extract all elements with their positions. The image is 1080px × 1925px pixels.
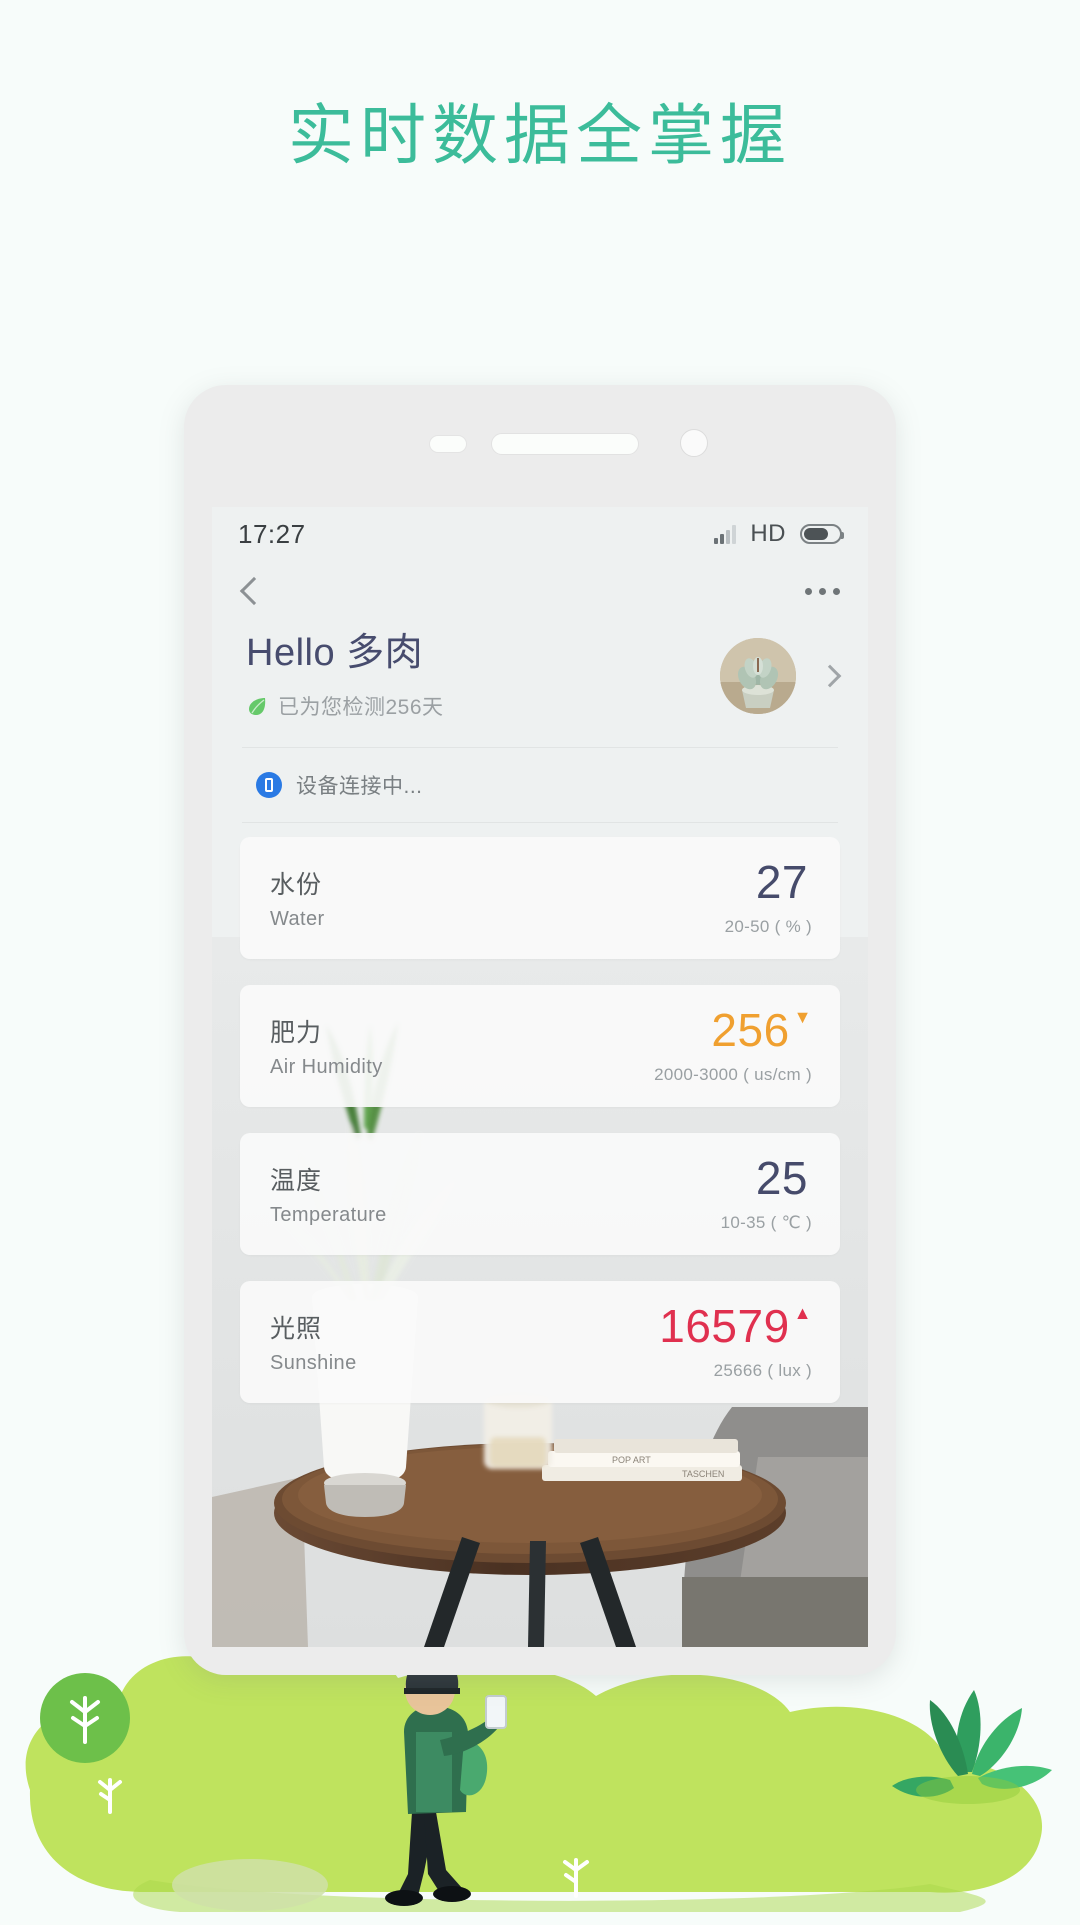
monitor-days-text: 已为您检测256天 (278, 695, 444, 719)
avatar[interactable] (720, 637, 796, 714)
status-bar: 17:27 HD (212, 507, 868, 561)
card-title-en: Water (270, 907, 325, 930)
phone-mockup: POP ART TASCHEN 17:27 HD Hello 多肉 已为您检测2… (184, 385, 896, 1675)
aloe-plant (892, 1690, 1052, 1804)
greeting-title: Hello 多肉 (246, 632, 424, 674)
back-chevron-icon[interactable] (239, 576, 269, 606)
device-connect-row[interactable]: 设备连接中... (212, 748, 868, 822)
leaf-icon (249, 697, 266, 715)
chevron-right-icon[interactable] (818, 664, 842, 688)
svg-text:TASCHEN: TASCHEN (682, 1469, 724, 1479)
card-trend-icon: ▼ (793, 1006, 812, 1027)
sensor-card[interactable]: 温度 Temperature 25 10-35 ( ℃ ) (240, 1132, 840, 1255)
card-title-en: Temperature (270, 1203, 387, 1226)
profile-header[interactable]: Hello 多肉 已为您检测256天 (212, 621, 868, 747)
front-camera-icon (680, 429, 708, 457)
card-value: 25 (755, 1151, 808, 1204)
card-range: 20-50 ( % ) (724, 916, 812, 936)
signal-bars-icon (714, 524, 737, 544)
earpiece-speaker (491, 433, 639, 455)
person-figure (385, 1658, 507, 1906)
card-value: 256 (711, 1003, 790, 1056)
sensor-card-list: 水份 Water 27 20-50 ( % ) 肥力 Air Humidity (212, 823, 868, 1403)
card-title-cn: 温度 (270, 1166, 323, 1195)
card-range: 2000-3000 ( us/cm ) (654, 1064, 812, 1084)
card-value: 27 (755, 855, 808, 908)
sensor-card[interactable]: 光照 Sunshine 16579 ▲ 25666 ( lux ) (240, 1280, 840, 1403)
bush-circle (40, 1673, 130, 1763)
more-options-icon[interactable] (805, 587, 840, 595)
app-nav-bar (212, 561, 868, 621)
card-value: 16579 (659, 1299, 790, 1352)
card-title-cn: 光照 (270, 1314, 323, 1343)
phone-bezel-top (184, 385, 896, 507)
hd-label: HD (750, 520, 786, 547)
device-connect-text: 设备连接中... (296, 774, 423, 798)
card-title-en: Sunshine (270, 1351, 357, 1374)
battery-icon (800, 524, 844, 544)
card-title-en: Air Humidity (270, 1055, 383, 1078)
card-range: 25666 ( lux ) (713, 1360, 812, 1380)
svg-text:POP ART: POP ART (612, 1455, 651, 1465)
sensor-icon (429, 435, 467, 453)
status-time: 17:27 (238, 518, 306, 549)
sensor-card[interactable]: 肥力 Air Humidity 256 ▼ 2000-3000 ( us/cm … (240, 984, 840, 1107)
card-trend-icon: ▲ (793, 1302, 812, 1323)
phone-screen: POP ART TASCHEN 17:27 HD Hello 多肉 已为您检测2… (212, 507, 868, 1647)
device-bluetooth-icon (256, 771, 282, 798)
card-title-cn: 肥力 (270, 1018, 323, 1047)
page-title: 实时数据全掌握 (288, 98, 792, 172)
sensor-card[interactable]: 水份 Water 27 20-50 ( % ) (240, 836, 840, 959)
card-range: 10-35 ( ℃ ) (720, 1212, 812, 1232)
card-title-cn: 水份 (270, 870, 323, 899)
